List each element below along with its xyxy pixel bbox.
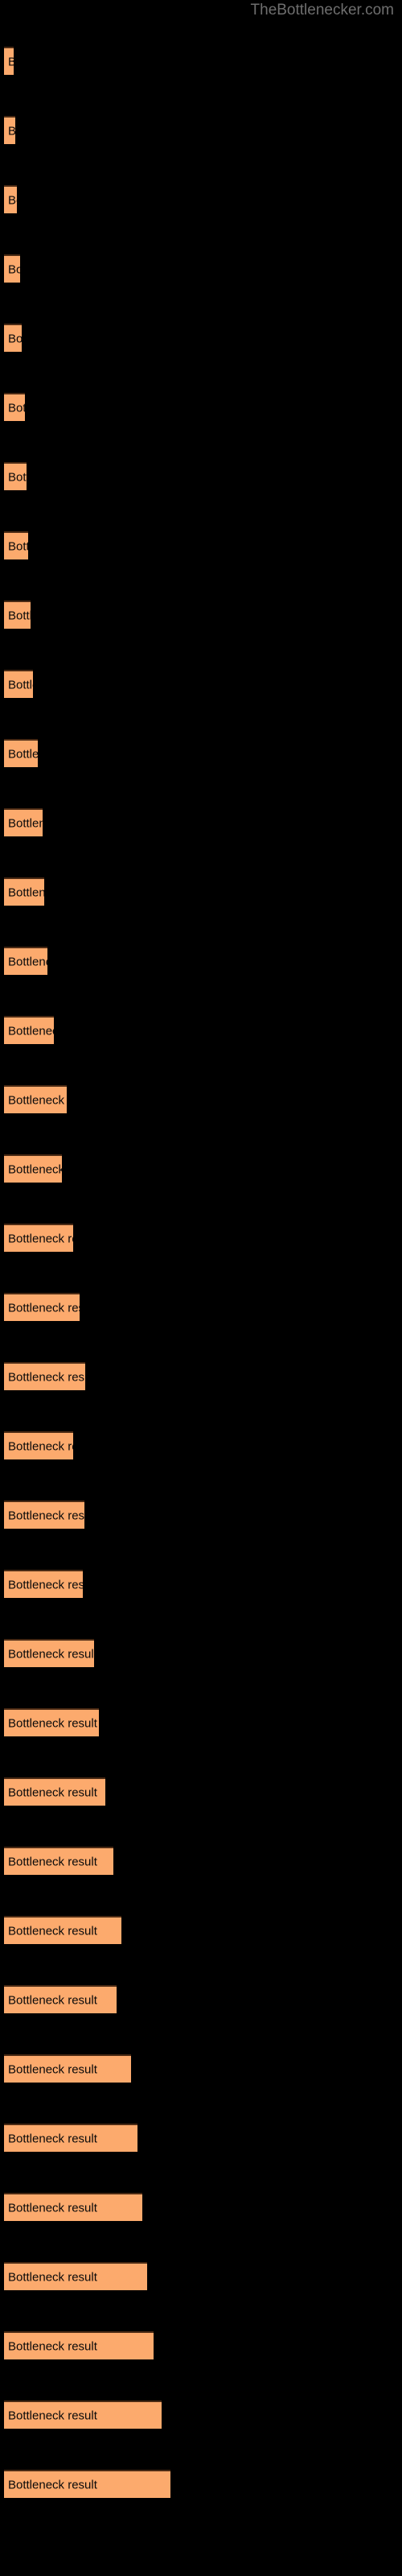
chart-bar[interactable]: Bottleneck result [4, 1154, 62, 1183]
chart-bar[interactable]: Bottleneck result [4, 1639, 94, 1667]
chart-bar[interactable]: Bottleneck result [4, 739, 38, 767]
chart-bar[interactable]: Bottleneck result [4, 808, 43, 836]
chart-bar[interactable]: Bottleneck result [4, 877, 44, 906]
chart-bar-label: Bottleneck result [8, 2409, 97, 2422]
chart-bar[interactable]: Bottleneck result [4, 1570, 83, 1598]
chart-bar[interactable]: Bottleneck result [4, 947, 47, 975]
chart-bar[interactable]: Bottleneck result [4, 2054, 131, 2083]
chart-bar[interactable]: Bottleneck result [4, 1085, 67, 1113]
chart-bar-label: Bottleneck result [8, 1578, 83, 1591]
chart-bar[interactable]: Bottleneck result [4, 601, 31, 629]
chart-bar[interactable]: Bottleneck result [4, 2262, 147, 2290]
chart-bar-label: Bottleneck result [8, 886, 44, 899]
chart-bar-label: Bottleneck result [8, 2270, 97, 2284]
chart-bar[interactable]: Bottleneck result [4, 393, 25, 421]
chart-bar-label: Bottleneck result [8, 193, 17, 207]
chart-bar-label: Bottleneck result [8, 1439, 73, 1453]
chart-bar[interactable]: Bottleneck result [4, 462, 27, 490]
chart-bar[interactable]: Bottleneck result [4, 1224, 73, 1252]
chart-bar-label: Bottleneck result [8, 1785, 97, 1799]
chart-bar-label: Bottleneck result [8, 1716, 97, 1730]
chart-bar-label: Bottleneck result [8, 262, 20, 276]
chart-bar[interactable]: Bottleneck result [4, 2331, 154, 2359]
chart-bar[interactable]: Bottleneck result [4, 1293, 80, 1321]
chart-bar-label: Bottleneck result [8, 609, 31, 622]
chart-bar[interactable]: Bottleneck result [4, 47, 14, 75]
chart-bar-label: Bottleneck result [8, 401, 25, 415]
chart-bar-label: Bottleneck result [8, 1301, 80, 1315]
chart-bar-label: Bottleneck result [8, 470, 27, 484]
chart-bar[interactable]: Bottleneck result [4, 1985, 117, 2013]
chart-bar[interactable]: Bottleneck result [4, 185, 17, 213]
chart-bar-label: Bottleneck result [8, 2478, 97, 2491]
chart-bar-label: Bottleneck result [8, 747, 38, 761]
chart-bar[interactable]: Bottleneck result [4, 116, 15, 144]
chart-bar[interactable]: Bottleneck result [4, 1431, 73, 1459]
bottleneck-bar-chart: TheBottlenecker.com Bottleneck resultBot… [0, 0, 402, 2576]
chart-bar-label: Bottleneck result [8, 1024, 54, 1038]
chart-bar-label: Bottleneck result [8, 1370, 85, 1384]
chart-bar-label: Bottleneck result [8, 332, 22, 345]
chart-bar-label: Bottleneck result [8, 2132, 97, 2145]
chart-bar[interactable]: Bottleneck result [4, 1501, 84, 1529]
chart-bar-label: Bottleneck result [8, 816, 43, 830]
chart-bar-label: Bottleneck result [8, 55, 14, 68]
chart-bar-label: Bottleneck result [8, 1924, 97, 1938]
chart-bars-layer: Bottleneck result Bottleneck result Bottle… [0, 0, 402, 2576]
chart-bar-label: Bottleneck result [8, 2201, 97, 2215]
chart-bar-label: Bottleneck result [8, 2339, 97, 2353]
chart-bar[interactable]: Bottleneck result [4, 324, 22, 352]
chart-bar-label: Bottleneck result [8, 955, 47, 968]
chart-bar[interactable]: Bottleneck result [4, 2401, 162, 2429]
chart-bar[interactable]: Bottleneck result [4, 1777, 105, 1806]
chart-bar[interactable]: Bottleneck result [4, 1708, 99, 1736]
chart-bar[interactable]: Bottleneck result [4, 1847, 113, 1875]
chart-bar[interactable]: Bottleneck result [4, 2470, 170, 2498]
chart-bar-label: Bottleneck result [8, 2062, 97, 2076]
chart-bar[interactable]: Bottleneck result [4, 1916, 121, 1944]
chart-bar[interactable]: Bottleneck result [4, 1016, 54, 1044]
chart-bar-label: Bottleneck result [8, 1093, 67, 1107]
chart-bar-label: Bottleneck result [8, 1993, 97, 2007]
chart-bar[interactable]: Bottleneck result [4, 1362, 85, 1390]
chart-bar-label: Bottleneck result [8, 1232, 73, 1245]
chart-bar-label: Bottleneck result [8, 1855, 97, 1868]
chart-bar-label: Bottleneck result [8, 124, 15, 138]
chart-bar[interactable]: Bottleneck result [4, 254, 20, 283]
chart-bar-label: Bottleneck result [8, 1509, 84, 1522]
chart-bar-label: Bottleneck result [8, 1162, 62, 1176]
chart-bar-label: Bottleneck result [8, 1647, 94, 1661]
chart-bar[interactable]: Bottleneck result [4, 531, 28, 559]
chart-bar[interactable]: Bottleneck result [4, 2124, 137, 2152]
chart-bar-label: Bottleneck result [8, 678, 33, 691]
chart-bar[interactable]: Bottleneck result [4, 670, 33, 698]
chart-bar[interactable]: Bottleneck result [4, 2193, 142, 2221]
chart-bar-label: Bottleneck result [8, 539, 28, 553]
